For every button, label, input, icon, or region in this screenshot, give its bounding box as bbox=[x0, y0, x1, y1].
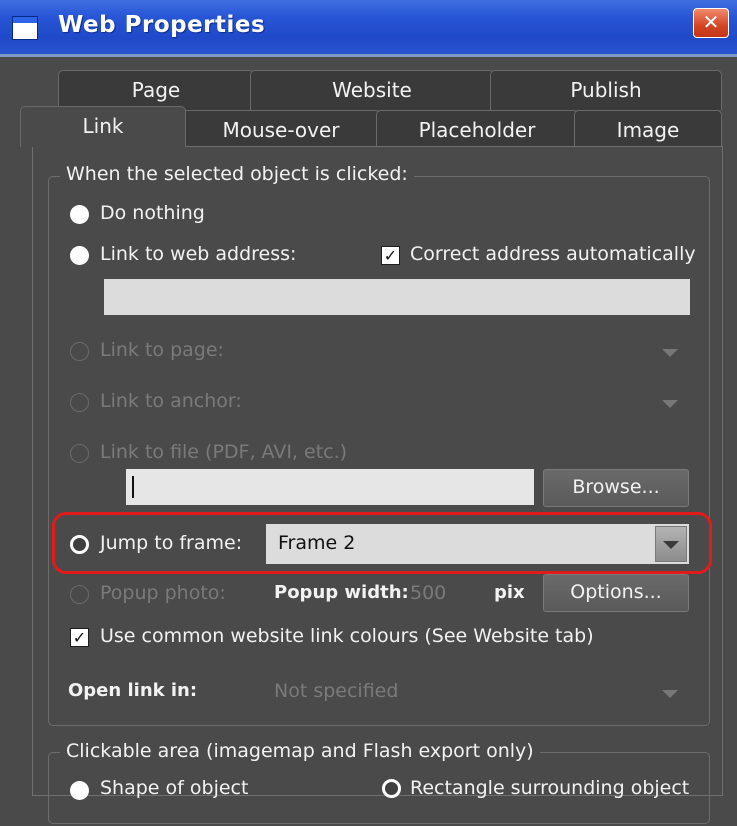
popup-width-label: Popup width: bbox=[274, 582, 409, 603]
common-colours-checkbox[interactable]: ✓ bbox=[70, 628, 89, 647]
common-colours-label[interactable]: Use common website link colours (See Web… bbox=[100, 625, 594, 647]
web-address-label[interactable]: Link to web address: bbox=[100, 243, 296, 265]
tab-placeholder-label: Placeholder bbox=[418, 118, 536, 142]
link-anchor-dropdown-icon bbox=[662, 400, 678, 408]
tab-page[interactable]: Page bbox=[58, 70, 254, 110]
tab-image-label: Image bbox=[616, 118, 680, 142]
link-page-radio bbox=[70, 342, 89, 361]
do-nothing-label[interactable]: Do nothing bbox=[100, 202, 205, 224]
click-group-legend: When the selected object is clicked: bbox=[60, 163, 414, 185]
window-icon bbox=[12, 16, 38, 40]
title-divider bbox=[0, 54, 737, 57]
rectangle-option-label[interactable]: Rectangle surrounding object bbox=[410, 777, 689, 799]
web-properties-dialog: Web Properties ✕ Page Website Publish Li… bbox=[0, 0, 737, 826]
tab-mouse-over-label: Mouse-over bbox=[222, 118, 340, 142]
tab-placeholder[interactable]: Placeholder bbox=[376, 110, 578, 150]
tab-image[interactable]: Image bbox=[574, 110, 722, 150]
correct-address-label[interactable]: Correct address automatically bbox=[410, 243, 696, 265]
rectangle-option-radio[interactable] bbox=[382, 779, 401, 798]
window-title: Web Properties bbox=[58, 12, 266, 38]
link-page-label: Link to page: bbox=[100, 339, 224, 361]
shape-of-object-radio[interactable] bbox=[70, 781, 89, 800]
link-file-label: Link to file (PDF, AVI, etc.) bbox=[100, 441, 348, 463]
tab-mouse-over[interactable]: Mouse-over bbox=[182, 110, 380, 150]
popup-width-value: 500 bbox=[410, 582, 447, 604]
correct-address-checkbox[interactable]: ✓ bbox=[381, 246, 400, 265]
shape-of-object-label[interactable]: Shape of object bbox=[100, 777, 248, 799]
tab-website[interactable]: Website bbox=[250, 70, 494, 110]
link-page-dropdown-icon bbox=[662, 349, 678, 357]
close-button[interactable]: ✕ bbox=[693, 8, 729, 38]
do-nothing-radio[interactable] bbox=[70, 205, 89, 224]
file-path-input[interactable] bbox=[126, 469, 534, 505]
browse-button[interactable]: Browse... bbox=[543, 469, 689, 507]
popup-photo-radio bbox=[70, 585, 89, 604]
clickable-area-legend: Clickable area (imagemap and Flash expor… bbox=[60, 740, 540, 762]
tab-website-label: Website bbox=[332, 78, 412, 102]
open-link-select: Not specified bbox=[274, 680, 399, 702]
link-anchor-label: Link to anchor: bbox=[100, 390, 242, 412]
web-address-input[interactable] bbox=[104, 279, 690, 315]
tab-link-label: Link bbox=[82, 114, 124, 138]
tab-page-label: Page bbox=[131, 78, 181, 102]
popup-photo-label: Popup photo: bbox=[100, 582, 226, 604]
tab-link[interactable]: Link bbox=[20, 106, 186, 147]
text-cursor bbox=[132, 476, 134, 498]
link-anchor-radio bbox=[70, 393, 89, 412]
options-button[interactable]: Options... bbox=[543, 574, 689, 612]
tab-publish-label: Publish bbox=[570, 78, 642, 102]
tab-publish[interactable]: Publish bbox=[490, 70, 722, 110]
title-bar[interactable]: Web Properties ✕ bbox=[0, 0, 737, 54]
open-link-dropdown-icon bbox=[662, 690, 678, 698]
highlight-annotation bbox=[52, 512, 712, 574]
open-link-label: Open link in: bbox=[68, 680, 198, 701]
web-address-radio[interactable] bbox=[70, 246, 89, 265]
popup-unit-label: pix bbox=[494, 582, 525, 603]
link-file-radio bbox=[70, 444, 89, 463]
